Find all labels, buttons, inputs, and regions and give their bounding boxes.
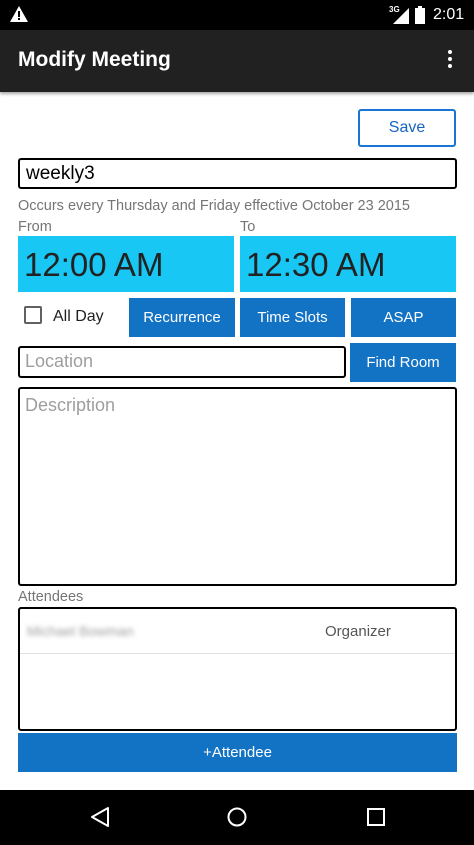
page-title: Modify Meeting [18, 48, 171, 71]
recents-icon[interactable] [365, 806, 387, 828]
asap-button[interactable]: ASAP [351, 298, 456, 337]
to-label: To [240, 219, 256, 235]
status-clock: 2:01 [433, 6, 465, 23]
location-input[interactable]: Location [18, 346, 346, 378]
system-nav-bar [0, 790, 474, 845]
attendees-label: Attendees [18, 589, 84, 605]
start-time-picker[interactable]: 12:00 AM [18, 236, 234, 292]
checkbox-icon[interactable] [24, 306, 42, 324]
recurrence-summary: Occurs every Thursday and Friday effecti… [18, 198, 410, 214]
description-input[interactable]: Description [18, 387, 457, 586]
time-slots-button[interactable]: Time Slots [240, 298, 345, 337]
find-room-button[interactable]: Find Room [350, 343, 456, 382]
attendee-name: Michael Bowman [27, 623, 134, 639]
attendee-role: Organizer [325, 623, 391, 640]
meeting-title-input[interactable]: weekly3 [18, 158, 457, 189]
status-bar: 3G 2:01 [0, 0, 474, 30]
app-bar: Modify Meeting [0, 30, 474, 92]
recurrence-button[interactable]: Recurrence [129, 298, 235, 337]
save-button[interactable]: Save [358, 109, 456, 147]
signal-icon [393, 8, 409, 24]
warning-triangle-icon [10, 6, 28, 22]
overflow-menu-icon[interactable] [440, 50, 460, 72]
add-attendee-button[interactable]: +Attendee [18, 733, 457, 772]
home-icon[interactable] [226, 806, 248, 828]
end-time-picker[interactable]: 12:30 AM [240, 236, 456, 292]
from-label: From [18, 219, 52, 235]
attendees-list: Michael Bowman Organizer [18, 607, 457, 731]
all-day-label: All Day [53, 308, 104, 325]
battery-icon [415, 6, 425, 24]
list-item[interactable]: Michael Bowman Organizer [20, 609, 455, 654]
back-icon[interactable] [89, 806, 111, 828]
